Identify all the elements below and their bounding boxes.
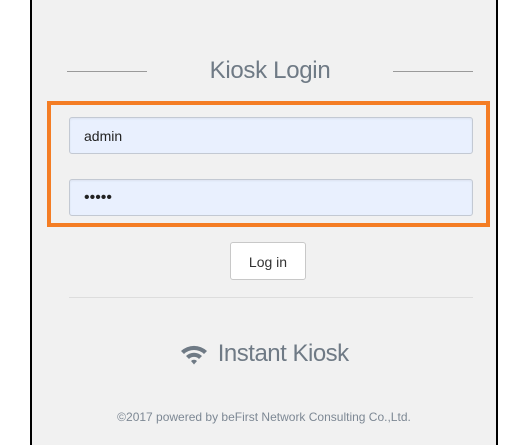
username-input[interactable] [69,117,473,154]
wifi-icon [179,342,209,366]
divider [69,297,473,298]
login-page: Kiosk Login Log in Instant Kiosk ©2017 p… [30,0,498,445]
title-rule-right [393,71,473,72]
copyright-footer: ©2017 powered by beFirst Network Consult… [117,410,411,424]
login-header: Kiosk Login [67,54,473,88]
brand: Instant Kiosk [32,340,496,374]
login-button[interactable]: Log in [230,242,306,280]
password-input[interactable] [69,179,473,216]
brand-name: Instant Kiosk [217,340,349,367]
